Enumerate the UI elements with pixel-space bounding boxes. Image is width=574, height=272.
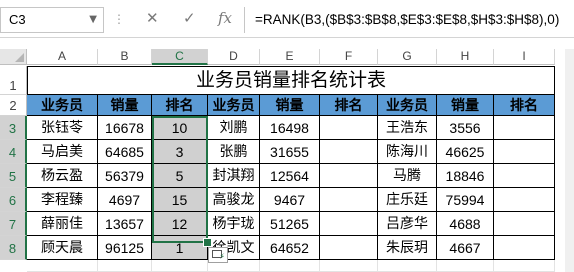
table-cell[interactable]: 56379 (98, 164, 152, 188)
table-cell[interactable]: 96125 (98, 236, 152, 260)
table-cell[interactable] (320, 212, 378, 236)
fx-icon[interactable]: fx (218, 9, 232, 27)
table-cell[interactable] (320, 236, 378, 260)
header-cell[interactable]: 排名 (152, 95, 208, 116)
table-cell[interactable]: 张钰苓 (27, 116, 98, 140)
table-cell[interactable]: 51265 (260, 212, 320, 236)
empty-cell[interactable] (494, 260, 555, 272)
table-cell[interactable]: 朱辰玥 (378, 236, 437, 260)
column-header-d[interactable]: D (208, 49, 260, 65)
table-cell[interactable] (320, 116, 378, 140)
table-cell[interactable]: 刘鹏 (208, 116, 260, 140)
column-header-c[interactable]: C (152, 49, 208, 65)
fill-handle[interactable] (203, 238, 212, 247)
table-cell[interactable]: 高骏龙 (208, 188, 260, 212)
table-cell[interactable]: 18846 (437, 164, 494, 188)
selection-range (152, 116, 208, 243)
formula-input[interactable]: =RANK(B3,($B$3:$B$8,$E$3:$E$8,$H$3:$H$8)… (244, 7, 574, 33)
table-cell[interactable]: 13657 (98, 212, 152, 236)
table-cell[interactable]: 3556 (437, 116, 494, 140)
empty-cell[interactable] (152, 260, 208, 272)
empty-cell[interactable] (260, 260, 320, 272)
vertical-scrollbar[interactable] (565, 49, 574, 272)
table-cell[interactable]: 16498 (260, 116, 320, 140)
select-all-button[interactable] (0, 49, 27, 65)
table-cell[interactable]: 75994 (437, 188, 494, 212)
table-cell[interactable]: 64652 (260, 236, 320, 260)
chevron-down-icon[interactable]: ▼ (89, 14, 97, 25)
empty-cell[interactable] (98, 260, 152, 272)
enter-icon[interactable]: ✓ (183, 9, 196, 27)
header-cell[interactable]: 销量 (437, 95, 494, 116)
row-header-1[interactable]: 1 (0, 66, 27, 95)
column-header-a[interactable]: A (27, 49, 98, 65)
drag-handle-icon[interactable]: ⋮ (113, 12, 125, 26)
table-cell[interactable] (494, 188, 555, 212)
column-header-g[interactable]: G (378, 49, 437, 65)
table-cell[interactable]: 王浩东 (378, 116, 437, 140)
table-cell[interactable]: 31655 (260, 140, 320, 164)
table-cell[interactable]: 64685 (98, 140, 152, 164)
header-cell[interactable]: 业务员 (27, 95, 98, 116)
empty-cell[interactable] (378, 260, 437, 272)
name-box[interactable]: C3 ▼ (0, 7, 104, 33)
table-cell[interactable]: 12564 (260, 164, 320, 188)
row-header-4[interactable]: 4 (0, 140, 27, 164)
table-cell[interactable]: 杨宇珑 (208, 212, 260, 236)
cancel-icon[interactable]: ✕ (146, 9, 159, 27)
table-cell[interactable]: 4688 (437, 212, 494, 236)
column-header-f[interactable]: F (320, 49, 378, 65)
quick-analysis-button[interactable]: ⚡ (208, 247, 228, 263)
table-cell[interactable]: 马腾 (378, 164, 437, 188)
table-cell[interactable]: 46625 (437, 140, 494, 164)
sheet-title[interactable]: 业务员销量排名统计表 (27, 66, 555, 95)
table-cell[interactable] (494, 140, 555, 164)
header-cell[interactable]: 业务员 (378, 95, 437, 116)
header-cell[interactable]: 业务员 (208, 95, 260, 116)
table-cell[interactable] (320, 188, 378, 212)
table-cell[interactable] (494, 236, 555, 260)
row-header-5[interactable]: 5 (0, 164, 27, 188)
table-cell[interactable]: 4697 (98, 188, 152, 212)
table-cell[interactable]: 庄乐廷 (378, 188, 437, 212)
formula-bar: C3 ▼ ⋮ ✕ ✓ fx =RANK(B3,($B$3:$B$8,$E$3:$… (0, 0, 574, 38)
table-cell[interactable]: 9467 (260, 188, 320, 212)
table-cell[interactable]: 李程臻 (27, 188, 98, 212)
table-cell[interactable] (494, 164, 555, 188)
table-cell[interactable]: 16678 (98, 116, 152, 140)
table-cell[interactable] (494, 116, 555, 140)
row-header-2[interactable]: 2 (0, 95, 27, 116)
empty-cell[interactable] (320, 260, 378, 272)
header-cell[interactable]: 销量 (98, 95, 152, 116)
empty-cell[interactable] (27, 260, 98, 272)
table-cell[interactable] (320, 164, 378, 188)
column-header-i[interactable]: I (494, 49, 555, 65)
table-cell[interactable] (320, 140, 378, 164)
table-cell[interactable]: 顾天晨 (27, 236, 98, 260)
column-header-b[interactable]: B (98, 49, 152, 65)
table-cell[interactable]: 4667 (437, 236, 494, 260)
row-header-6[interactable]: 6 (0, 188, 27, 212)
table-cell[interactable]: 马启美 (27, 140, 98, 164)
table-cell[interactable] (494, 212, 555, 236)
name-box-value: C3 (9, 12, 26, 27)
table-cell[interactable]: 吕彦华 (378, 212, 437, 236)
header-cell[interactable]: 排名 (320, 95, 378, 116)
row-header-8[interactable]: 8 (0, 236, 27, 260)
table-cell[interactable]: 陈海川 (378, 140, 437, 164)
table-cell[interactable]: 封淇翔 (208, 164, 260, 188)
row-header-7[interactable]: 7 (0, 212, 27, 236)
column-header-e[interactable]: E (260, 49, 320, 65)
empty-cell[interactable] (437, 260, 494, 272)
header-cell[interactable]: 排名 (494, 95, 555, 116)
table-cell[interactable]: 张鹏 (208, 140, 260, 164)
table-cell[interactable]: 杨云盈 (27, 164, 98, 188)
column-header-h[interactable]: H (437, 49, 494, 65)
table-cell[interactable]: 薛丽佳 (27, 212, 98, 236)
row-header-3[interactable]: 3 (0, 116, 27, 140)
header-cell[interactable]: 销量 (260, 95, 320, 116)
